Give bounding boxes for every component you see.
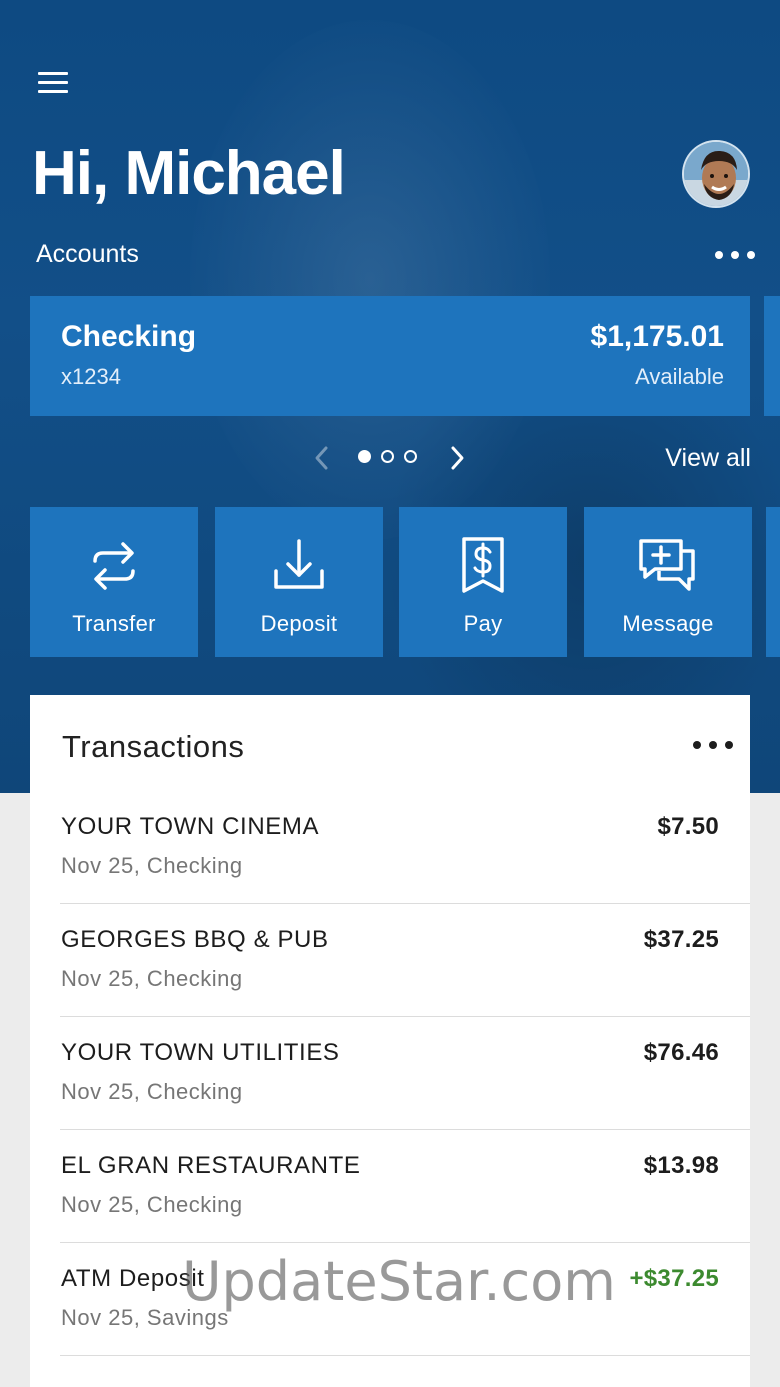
pager-dot[interactable]: [381, 450, 394, 463]
transaction-name: YOUR TOWN CINEMA: [61, 813, 320, 840]
transfer-label: Transfer: [72, 611, 156, 636]
user-avatar[interactable]: [682, 140, 750, 208]
next-account-card-peek[interactable]: [764, 296, 780, 416]
receipt-dollar-icon: [462, 537, 504, 593]
pay-button[interactable]: Pay: [399, 507, 567, 657]
view-all-link[interactable]: View all: [665, 444, 751, 473]
chevron-right-icon[interactable]: [445, 444, 469, 472]
pager-dot[interactable]: [404, 450, 417, 463]
transfer-button[interactable]: Transfer: [30, 507, 198, 657]
transaction-row[interactable]: YOUR TOWN CINEMA Nov 25, Checking $7.50: [60, 791, 750, 904]
transaction-detail: Nov 25, Checking: [61, 1192, 243, 1217]
account-balance: $1,175.01: [590, 320, 724, 353]
deposit-button[interactable]: Deposit: [215, 507, 383, 657]
watermark-text: UpdateStar.com: [182, 1250, 616, 1313]
hamburger-menu-icon[interactable]: [36, 70, 70, 96]
transaction-amount: $37.25: [643, 926, 719, 953]
transaction-amount: $76.46: [643, 1039, 719, 1066]
transaction-row[interactable]: YOUR TOWN UTILITIES Nov 25, Checking $76…: [60, 1017, 750, 1130]
transaction-row[interactable]: GEORGES BBQ & PUB Nov 25, Checking $37.2…: [60, 904, 750, 1017]
greeting-title: Hi, Michael: [32, 139, 346, 208]
transaction-name: YOUR TOWN UTILITIES: [61, 1039, 340, 1066]
account-pager-dots: [358, 450, 417, 463]
transactions-title: Transactions: [62, 729, 245, 764]
account-balance-label: Available: [635, 364, 724, 389]
transaction-amount: $7.50: [657, 813, 719, 840]
account-number: x1234: [61, 364, 121, 389]
pay-label: Pay: [463, 611, 503, 636]
transaction-name: EL GRAN RESTAURANTE: [61, 1152, 361, 1179]
message-button[interactable]: Message: [584, 507, 752, 657]
transaction-amount: $13.98: [643, 1152, 719, 1179]
chat-plus-icon: [639, 539, 695, 591]
transaction-row[interactable]: EL GRAN RESTAURANTE Nov 25, Checking $13…: [60, 1130, 750, 1243]
transaction-detail: Nov 25, Checking: [61, 853, 243, 878]
account-name: Checking: [61, 320, 197, 353]
transaction-name: GEORGES BBQ & PUB: [61, 926, 329, 953]
account-card-checking[interactable]: Checking x1234 $1,175.01 Available: [30, 296, 750, 416]
transaction-amount-positive: +$37.25: [629, 1265, 719, 1292]
pager-dot-active[interactable]: [358, 450, 371, 463]
transaction-detail: Nov 25, Checking: [61, 966, 243, 991]
chevron-left-icon[interactable]: [310, 444, 334, 472]
download-tray-icon: [274, 539, 324, 589]
next-action-peek[interactable]: [766, 507, 780, 657]
transfer-arrows-icon: [93, 542, 135, 590]
message-label: Message: [622, 611, 714, 636]
accounts-more-icon[interactable]: [715, 245, 755, 265]
transaction-detail: Nov 25, Checking: [61, 1079, 243, 1104]
accounts-heading: Accounts: [36, 240, 139, 268]
transactions-more-icon[interactable]: [693, 735, 733, 755]
deposit-label: Deposit: [260, 611, 338, 636]
